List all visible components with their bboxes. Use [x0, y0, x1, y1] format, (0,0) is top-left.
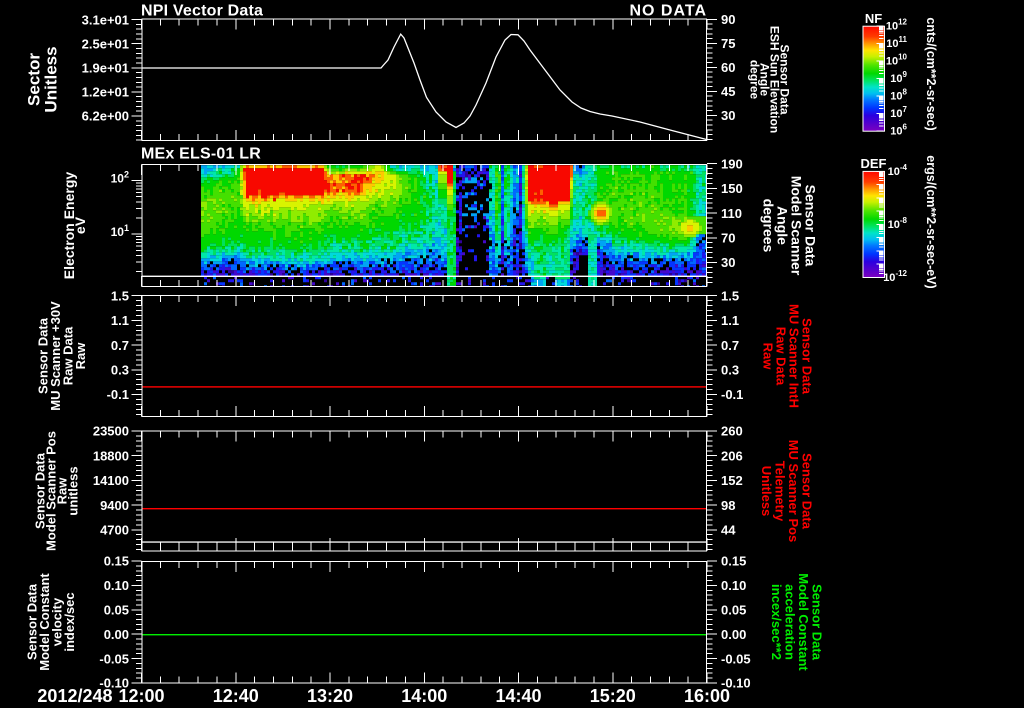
svg-text:-0.05: -0.05	[721, 651, 751, 666]
svg-text:60: 60	[721, 60, 735, 75]
svg-text:2.5e+01: 2.5e+01	[82, 36, 129, 51]
svg-text:ergs/(cm**2-sr-sec-eV): ergs/(cm**2-sr-sec-eV)	[924, 155, 938, 288]
svg-text:13:20: 13:20	[307, 686, 353, 706]
svg-text:degree: degree	[748, 60, 762, 100]
svg-text:0.05: 0.05	[104, 603, 129, 618]
svg-text:eV: eV	[72, 216, 88, 234]
svg-text:0.05: 0.05	[721, 603, 746, 618]
svg-text:NF: NF	[865, 11, 882, 26]
svg-text:90: 90	[721, 12, 735, 27]
svg-text:44: 44	[721, 523, 736, 538]
svg-text:incex/sec**2: incex/sec**2	[769, 584, 784, 660]
svg-text:4700: 4700	[100, 523, 129, 538]
svg-text:NO DATA: NO DATA	[629, 3, 707, 20]
svg-text:Unitless: Unitless	[759, 466, 774, 517]
svg-text:0.7: 0.7	[721, 338, 739, 353]
svg-text:6.2e+00: 6.2e+00	[82, 109, 129, 124]
svg-text:15:20: 15:20	[590, 686, 636, 706]
svg-text:14:40: 14:40	[495, 686, 541, 706]
svg-text:0.10: 0.10	[721, 578, 746, 593]
svg-text:18800: 18800	[93, 448, 129, 463]
svg-text:-0.05: -0.05	[99, 651, 129, 666]
svg-text:index/sec: index/sec	[62, 592, 77, 651]
svg-text:14100: 14100	[93, 473, 129, 488]
svg-text:0.00: 0.00	[104, 627, 129, 642]
svg-text:152: 152	[721, 473, 743, 488]
svg-text:75: 75	[721, 36, 735, 51]
svg-text:degrees: degrees	[761, 199, 777, 253]
svg-text:1.2e+01: 1.2e+01	[82, 85, 129, 100]
svg-text:0.15: 0.15	[104, 554, 129, 569]
svg-text:190: 190	[721, 156, 743, 171]
svg-text:NPI Vector Data: NPI Vector Data	[141, 3, 263, 20]
svg-text:30: 30	[721, 108, 735, 123]
svg-text:150: 150	[721, 181, 743, 196]
svg-text:0.3: 0.3	[721, 363, 739, 378]
svg-text:260: 260	[721, 424, 743, 439]
svg-text:1.5: 1.5	[721, 288, 739, 303]
svg-text:0.00: 0.00	[721, 627, 746, 642]
svg-text:1.1: 1.1	[111, 313, 129, 328]
svg-text:12:00: 12:00	[118, 686, 164, 706]
svg-text:Raw: Raw	[761, 343, 776, 371]
svg-text:30: 30	[721, 255, 735, 270]
svg-text:12:40: 12:40	[213, 686, 259, 706]
svg-text:DEF: DEF	[861, 156, 887, 171]
svg-text:0.7: 0.7	[111, 338, 129, 353]
svg-text:45: 45	[721, 84, 735, 99]
svg-text:23500: 23500	[93, 424, 129, 439]
svg-text:unitless: unitless	[66, 466, 81, 515]
svg-text:1.5: 1.5	[111, 288, 129, 303]
svg-text:3.1e+01: 3.1e+01	[82, 12, 129, 27]
svg-text:110: 110	[721, 206, 742, 221]
svg-text:-0.1: -0.1	[721, 387, 743, 402]
svg-text:Raw: Raw	[73, 342, 88, 370]
svg-text:14:00: 14:00	[401, 686, 447, 706]
svg-text:0.3: 0.3	[111, 363, 129, 378]
svg-text:cnts/(cm**2-sr-sec): cnts/(cm**2-sr-sec)	[924, 17, 938, 130]
svg-text:16:00: 16:00	[684, 686, 730, 706]
svg-text:Unitless: Unitless	[42, 46, 61, 112]
svg-text:0.15: 0.15	[721, 554, 746, 569]
svg-text:70: 70	[721, 231, 735, 246]
svg-text:MEx ELS-01 LR: MEx ELS-01 LR	[141, 146, 261, 163]
svg-text:9400: 9400	[100, 498, 129, 513]
svg-text:-0.1: -0.1	[107, 387, 129, 402]
svg-text:98: 98	[721, 498, 735, 513]
svg-text:2012/248: 2012/248	[37, 686, 112, 706]
svg-text:0.10: 0.10	[104, 578, 129, 593]
svg-text:206: 206	[721, 448, 743, 463]
svg-text:1.9e+01: 1.9e+01	[82, 61, 129, 76]
svg-text:1.1: 1.1	[721, 313, 739, 328]
